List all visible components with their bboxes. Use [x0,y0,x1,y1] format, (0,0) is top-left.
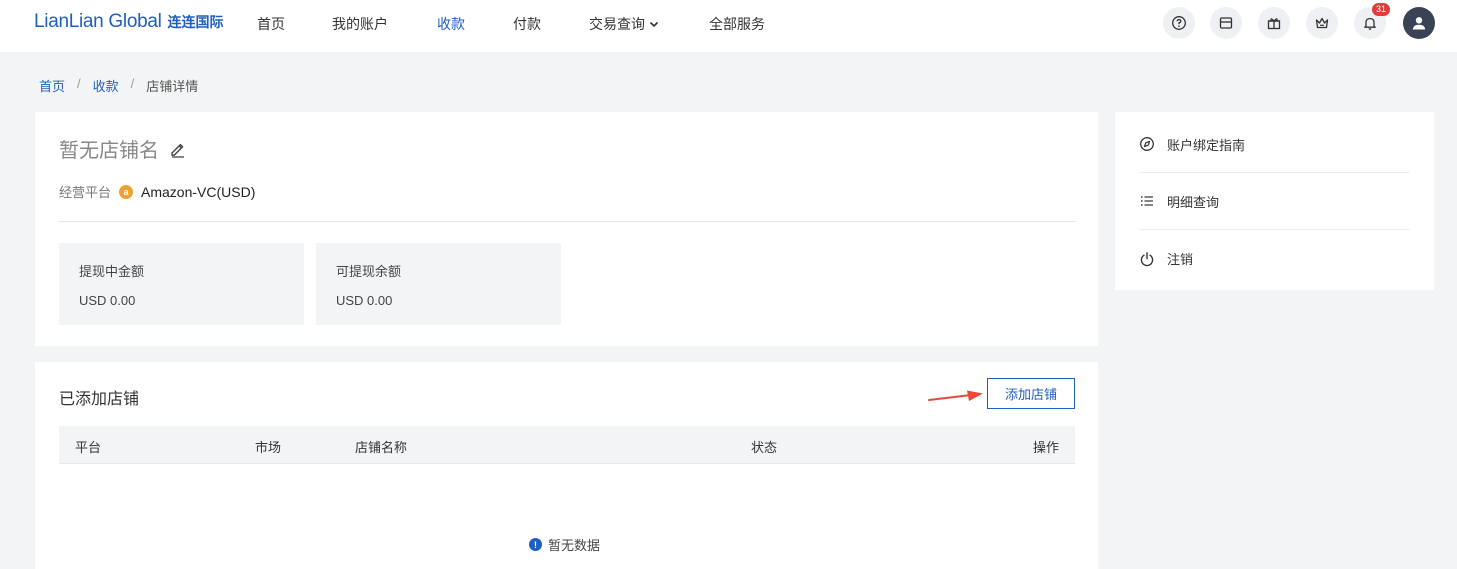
withdrawing-amount-value: USD 0.00 [79,293,136,308]
withdrawing-amount-label: 提现中金额 [79,264,145,279]
list-icon [1140,196,1153,206]
vip-button[interactable] [1306,7,1338,39]
power-icon [1140,251,1154,266]
red-arrow-annotation [928,390,983,401]
added-stores-card: 已添加店铺 添加店铺 平台 市场 店铺名称 状态 操作 ! 暂无数据 [35,362,1098,569]
side-item-label: 账户绑定指南 [1167,137,1246,153]
platform-row: 经营平台 a Amazon-VC(USD) [59,182,255,201]
nav-pay[interactable]: 付款 [513,14,541,34]
chevron-down-icon [649,21,659,28]
amazon-icon: a [119,184,134,199]
nav-receive[interactable]: 收款 [437,14,465,34]
crown-icon [1315,17,1329,29]
nav-receive-label: 收款 [437,16,465,32]
notification-count-badge: 31 [1372,3,1391,16]
nav-transaction-query-label: 交易查询 [589,16,645,32]
help-icon [1172,16,1186,30]
platform-label: 经营平台 [59,185,112,200]
notifications-button[interactable]: 31 [1354,3,1391,39]
top-navigation-bar: LianLian Global 连连国际 首页 我的账户 收款 付款 交易查询 … [0,0,1457,52]
wallet-icon [1219,17,1233,29]
info-icon: ! [529,538,542,551]
nav-my-account[interactable]: 我的账户 [332,14,388,34]
side-item-cancel-account[interactable]: 注销 [1139,230,1410,287]
store-name: 暂无店铺名 [59,140,159,162]
nav-all-services-label: 全部服务 [709,16,765,32]
gift-button[interactable] [1258,7,1290,39]
store-info-card: 暂无店铺名 经营平台 a Amazon-VC(USD) 提现中金额 USD 0.… [35,112,1098,346]
side-item-detail-query[interactable]: 明细查询 [1139,173,1410,230]
logo-text-cn: 连连国际 [167,14,224,30]
compass-icon [1140,137,1154,151]
nav-transaction-query[interactable]: 交易查询 [589,14,660,34]
platform-value: Amazon-VC(USD) [141,183,256,200]
breadcrumb-receive[interactable]: 收款 [93,76,119,95]
breadcrumb: 首页 / 收款 / 店铺详情 [39,76,198,95]
available-balance-value: USD 0.00 [336,293,393,308]
nav-my-account-label: 我的账户 [332,16,388,32]
available-balance-box: 可提现余额 USD 0.00 [316,243,561,325]
side-menu-card: 账户绑定指南 明细查询 注销 [1115,112,1434,290]
side-item-label: 明细查询 [1167,194,1220,210]
side-item-binding-guide[interactable]: 账户绑定指南 [1139,116,1410,173]
lianlian-logo[interactable]: LianLian Global 连连国际 [34,11,224,35]
divider [59,221,1076,222]
nav-home-label: 首页 [257,16,285,32]
wallet-button[interactable] [1210,7,1242,39]
bell-icon [1364,17,1376,30]
column-header: 市场 [255,440,282,455]
nav-home[interactable]: 首页 [257,14,285,34]
help-button[interactable] [1163,7,1195,39]
empty-text: 暂无数据 [548,538,601,553]
withdrawing-amount-box: 提现中金额 USD 0.00 [59,243,304,325]
empty-state: ! 暂无数据 [529,535,600,554]
section-title: 已添加店铺 [59,391,140,408]
nav-pay-label: 付款 [513,16,541,32]
column-header: 操作 [1032,440,1059,455]
available-balance-label: 可提现余额 [336,264,402,279]
breadcrumb-separator: / [130,76,135,91]
logo-text-en: LianLian Global [34,11,162,32]
user-avatar[interactable] [1403,7,1435,39]
side-item-label: 注销 [1167,252,1194,267]
column-header: 状态 [751,440,778,455]
column-header: 平台 [75,440,102,455]
user-icon [1412,17,1426,30]
edit-pencil-icon[interactable] [169,140,187,158]
breadcrumb-home[interactable]: 首页 [39,76,65,95]
breadcrumb-current: 店铺详情 [146,79,199,94]
breadcrumb-separator: / [77,76,81,91]
store-name-row: 暂无店铺名 [59,134,187,163]
table-header: 平台 市场 店铺名称 状态 操作 [59,426,1075,464]
column-header: 店铺名称 [355,440,408,455]
nav-all-services[interactable]: 全部服务 [709,14,765,34]
gift-icon [1267,18,1281,30]
add-store-button[interactable]: 添加店铺 [987,378,1075,409]
